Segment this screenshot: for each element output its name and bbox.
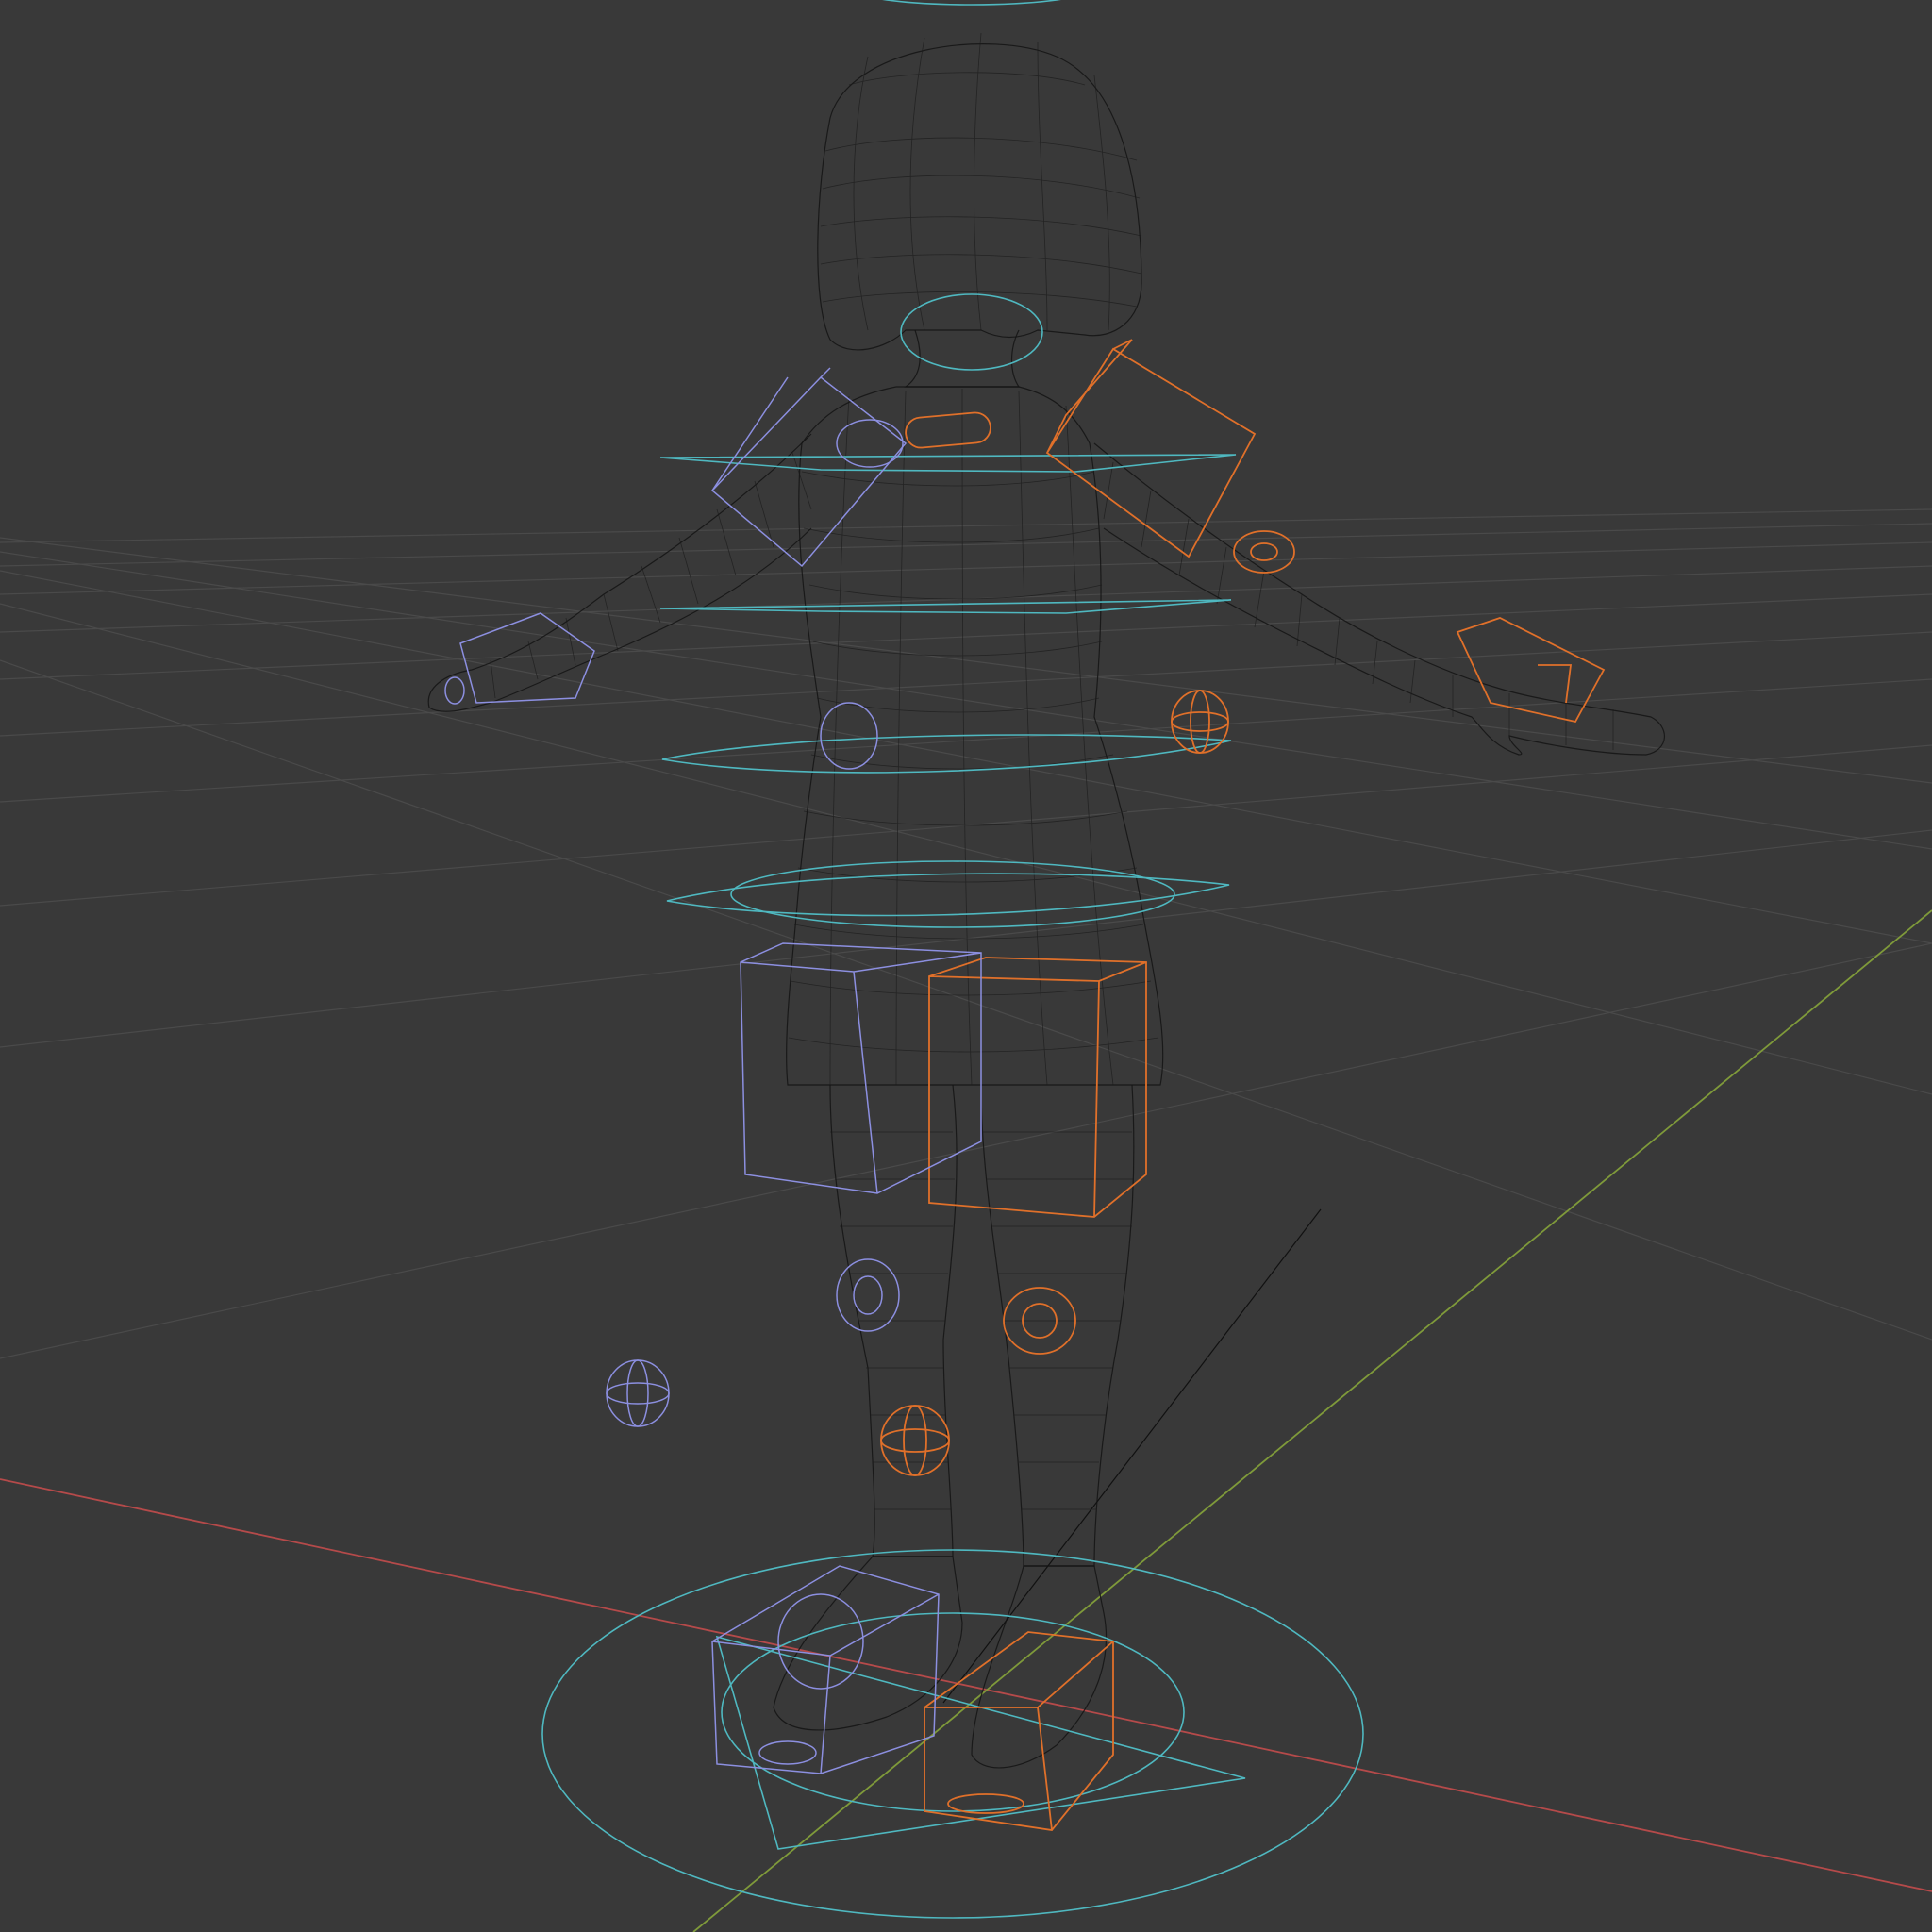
root-arrow — [715, 1635, 1246, 1850]
x-axis-line — [0, 1478, 1932, 1892]
shoe-screen-left — [773, 1556, 963, 1731]
toe-r-control — [758, 1740, 817, 1765]
character-mesh[interactable] — [427, 32, 1665, 1769]
center-controls[interactable] — [541, 0, 1364, 1919]
head-top-control — [882, 0, 1061, 6]
root-control — [541, 1549, 1364, 1919]
elbow-l-control — [1233, 530, 1295, 574]
foot-l-box — [924, 1631, 1114, 1831]
neck-l-pill — [905, 411, 991, 449]
hair-outline — [817, 43, 1142, 351]
knee-r-inner — [853, 1275, 883, 1315]
hip-l-box — [928, 957, 1147, 1218]
neck-control — [900, 293, 1043, 371]
arm-screen-right — [1093, 442, 1665, 756]
hand-r-ring — [444, 676, 465, 705]
right-side-controls[interactable] — [444, 367, 982, 1774]
shoe-screen-right — [971, 1565, 1108, 1769]
root-inner-control — [721, 1612, 1185, 1812]
viewport-canvas[interactable] — [0, 0, 1932, 1932]
pole-l-gimbal — [1171, 690, 1229, 754]
arm-screen-left — [427, 433, 812, 712]
spine-control — [659, 599, 1232, 614]
floor-grid — [0, 508, 1932, 1359]
foot-r-box — [711, 1565, 940, 1774]
foot-pole-l-gimbal — [880, 1405, 950, 1476]
chest-control — [659, 454, 1237, 473]
wrist-r-ring — [820, 702, 878, 770]
view-helper-line — [942, 1208, 1322, 1704]
foot-pole-r-gimbal — [606, 1359, 670, 1427]
3d-viewport[interactable] — [0, 0, 1932, 1932]
y-axis-line — [692, 909, 1932, 1932]
elbow-l-inner — [1250, 542, 1278, 561]
